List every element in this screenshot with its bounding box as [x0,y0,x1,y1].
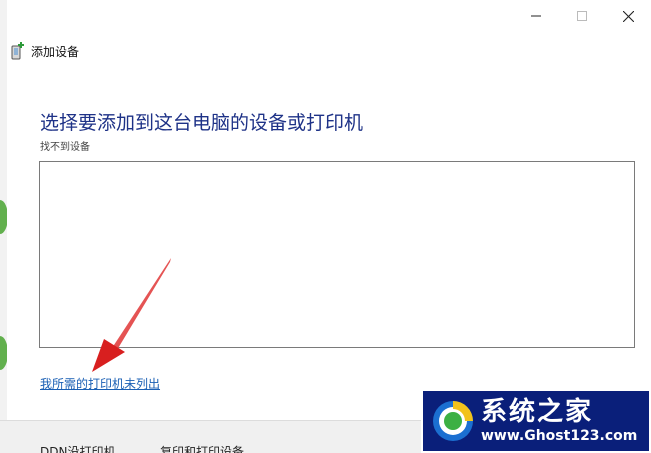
maximize-button[interactable] [559,0,605,32]
background-partial-text: DDN没打印机 [40,445,116,453]
window-controls [513,0,651,32]
minimize-button[interactable] [513,0,559,32]
watermark-url: www.Ghost123.com [481,428,638,444]
close-icon [622,10,634,22]
device-list[interactable] [39,161,635,348]
add-device-icon [11,42,24,60]
minimize-icon [531,15,541,17]
watermark-title: 系统之家 [481,397,594,427]
search-status: 找不到设备 [40,142,90,153]
ghost-logo-icon [433,401,473,441]
background-partial-text: 复印和打印设备 [160,445,245,453]
close-button[interactable] [605,0,651,32]
add-device-dialog: 添加设备 选择要添加到这台电脑的设备或打印机 找不到设备 我所需的打印机未列出 [7,0,651,420]
watermark-logo: 系统之家 www.Ghost123.com [421,389,651,453]
window-title: 添加设备 [31,44,80,59]
maximize-icon [577,11,587,21]
title-bar: 添加设备 [11,40,79,62]
printer-not-listed-link[interactable]: 我所需的打印机未列出 [40,375,160,392]
page-title: 选择要添加到这台电脑的设备或打印机 [40,112,364,134]
